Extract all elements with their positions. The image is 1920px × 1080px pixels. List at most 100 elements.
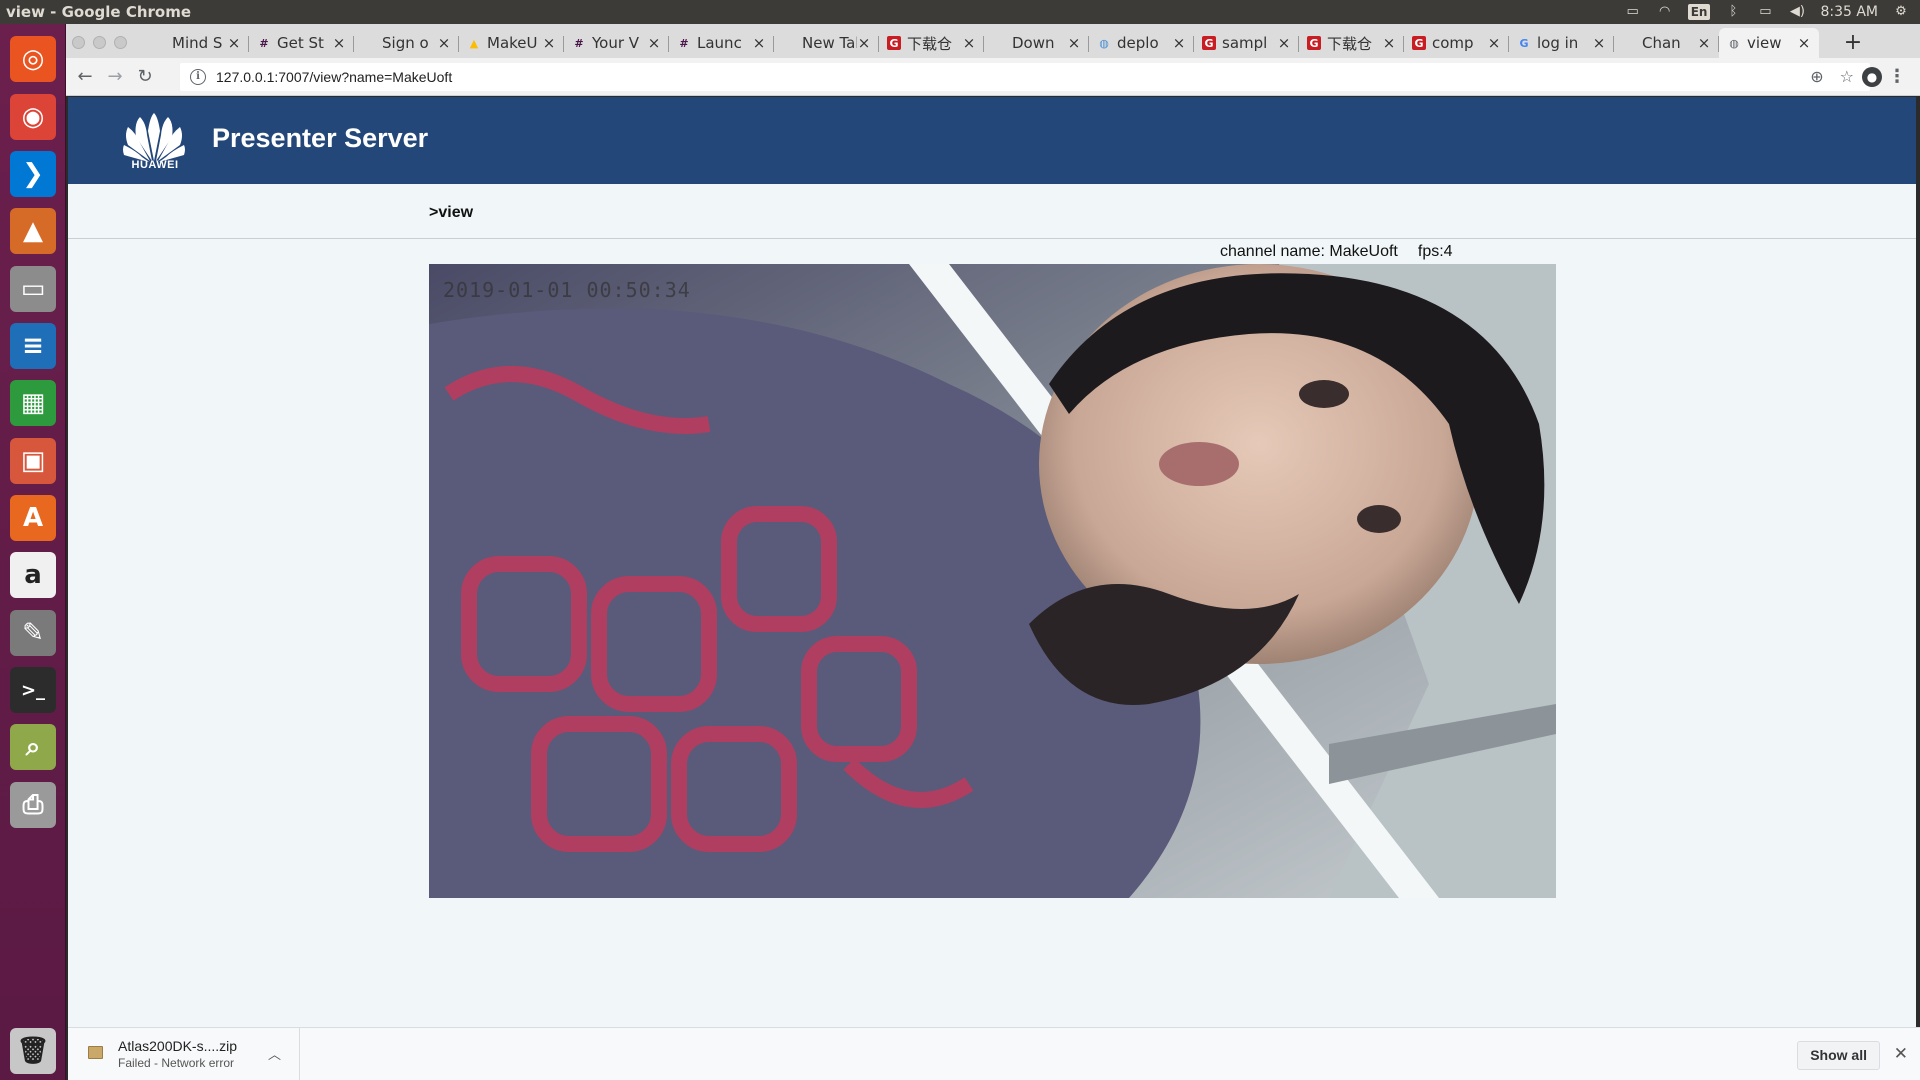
window-title: view - Google Chrome [6,3,192,21]
chrome-icon: ◉ [10,94,56,140]
launcher-item[interactable]: a [6,548,60,602]
launcher-item[interactable]: ◎ [6,32,60,86]
tab-close-icon[interactable]: × [1067,36,1081,51]
tab-title: Launc [697,34,742,52]
address-bar[interactable]: i 127.0.0.1:7007/view?name=MakeUoft ⊕ ☆ [180,63,1870,91]
url-text[interactable]: 127.0.0.1:7007/view?name=MakeUoft [216,69,452,85]
chrome-menu-icon[interactable]: ⋮ [1888,66,1906,87]
browser-tab[interactable]: Sign o × [354,28,459,58]
tab-close-icon[interactable]: × [1172,36,1186,51]
tab-close-icon[interactable]: × [962,36,976,51]
browser-tab[interactable]: # Your V × [564,28,669,58]
launcher-item[interactable]: ▦ [6,376,60,430]
tab-close-icon[interactable]: × [857,36,871,51]
tab-title: Mind S [172,34,223,52]
channel-info: channel name: MakeUoft fps:4 [1220,243,1453,261]
new-tab-button[interactable]: + [1838,28,1868,58]
profile-avatar-icon[interactable]: ● [1862,67,1882,87]
tab-close-icon[interactable]: × [1697,36,1711,51]
browser-tab[interactable]: Gcomp × [1404,28,1509,58]
browser-tab[interactable]: ▲ MakeU × [459,28,564,58]
blank-favicon-icon [362,36,376,50]
system-tray: ▭ ◠ En ᛒ ▭ ◀) 8:35 AM ⚙ [1624,0,1920,24]
impress-icon: ▣ [10,438,56,484]
launcher-item[interactable]: ⌕ [6,720,60,774]
download-status: Failed - Network error [118,1056,235,1070]
wifi-icon[interactable]: ◠ [1656,5,1674,19]
tab-title: sampl [1222,34,1268,52]
browser-tab[interactable]: # Launc × [669,28,774,58]
browser-tab[interactable]: Glog in × [1509,28,1614,58]
launcher-item[interactable]: A [6,491,60,545]
launcher-item[interactable]: ≡ [6,319,60,373]
launcher-item[interactable]: ✎ [6,606,60,660]
minimize-window-button[interactable] [93,36,106,49]
browser-tab[interactable]: G 下载仓 × [1299,28,1404,58]
browser-tab[interactable]: Mind S × [144,28,249,58]
tab-title: Get St [277,34,324,52]
launcher-item[interactable]: 🗑 [6,1024,60,1078]
show-all-downloads-button[interactable]: Show all [1797,1041,1880,1070]
launcher-item[interactable]: ▭ [6,262,60,316]
bookmark-star-icon[interactable]: ☆ [1840,67,1854,86]
launcher-item[interactable]: ◉ [6,90,60,144]
tab-close-icon[interactable]: × [1592,36,1606,51]
tab-close-icon[interactable]: × [1277,36,1291,51]
browser-tab[interactable]: Chan × [1614,28,1719,58]
tab-active[interactable]: ◍ view × [1719,28,1819,58]
browser-tab[interactable]: Gsampl × [1194,28,1299,58]
blank-favicon-icon [1622,36,1636,50]
vscode-icon: ❯ [10,151,56,197]
gitee-favicon-icon: G [1412,36,1426,50]
search-tool-icon: ⌕ [10,724,56,770]
tab-close-icon[interactable]: × [437,36,451,51]
screen-icon[interactable]: ▭ [1624,5,1642,19]
blank-favicon-icon [152,36,166,50]
bluetooth-icon[interactable]: ᛒ [1724,5,1742,19]
tab-close-icon[interactable]: × [227,36,241,51]
close-window-button[interactable] [72,36,85,49]
launcher-item[interactable]: >_ [6,663,60,717]
browser-tab[interactable]: # Get St × [249,28,354,58]
writer-icon: ≡ [10,323,56,369]
download-item[interactable]: Atlas200DK-s....zip Failed - Network err… [68,1028,300,1080]
zoom-icon[interactable]: ⊕ [1810,67,1823,86]
launcher-item[interactable]: ❯ [6,147,60,201]
browser-tab[interactable]: G 下载仓 × [879,28,984,58]
tab-title: comp [1432,34,1474,52]
site-info-icon[interactable]: i [190,69,206,85]
volume-icon[interactable]: ◀) [1788,5,1806,19]
reload-icon[interactable]: ↻ [134,66,156,88]
browser-tab[interactable]: New Tab× [774,28,879,58]
browser-tab[interactable]: Down × [984,28,1089,58]
launcher-item[interactable]: ▣ [6,434,60,488]
keyboard-language-indicator[interactable]: En [1687,4,1711,20]
system-settings-icon[interactable]: ⚙ [1892,5,1910,19]
close-icon[interactable]: ✕ [1894,1044,1908,1064]
settings-icon: ✎ [10,610,56,656]
clock[interactable]: 8:35 AM [1820,4,1878,20]
tab-close-icon[interactable]: × [332,36,346,51]
launcher-item[interactable]: ⎙ [6,778,60,832]
blank-favicon-icon [782,36,796,50]
browser-tab[interactable]: ◍ deplo × [1089,28,1194,58]
chevron-up-icon[interactable]: ︿ [268,1044,281,1063]
tab-close-icon[interactable]: × [1487,36,1501,51]
page-header: HUAWEI Presenter Server [68,97,1916,184]
tab-close-icon[interactable]: × [752,36,766,51]
launcher-item[interactable]: ▲ [6,204,60,258]
ubuntu-dash-icon: ◎ [10,36,56,82]
tab-close-icon[interactable]: × [1382,36,1396,51]
globe-favicon-icon: ◍ [1729,36,1739,50]
tab-close-icon[interactable]: × [647,36,661,51]
battery-icon[interactable]: ▭ [1756,5,1774,19]
download-filename: Atlas200DK-s....zip [118,1038,238,1054]
gitee-favicon-icon: G [1307,36,1321,50]
video-stream-frame: 2019-01-01 00:50:34 [429,264,1556,898]
tab-close-icon[interactable]: × [542,36,556,51]
maximize-window-button[interactable] [114,36,127,49]
breadcrumb[interactable]: >view [429,204,473,222]
back-icon[interactable]: ← [74,66,96,88]
tab-close-icon[interactable]: × [1797,36,1811,51]
forward-icon[interactable]: → [104,66,126,88]
